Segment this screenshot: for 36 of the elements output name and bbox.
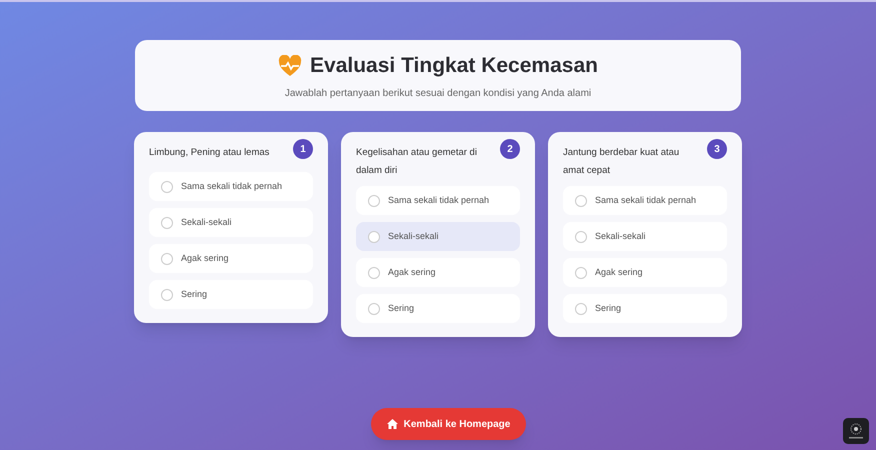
radio-button[interactable] [368,302,380,314]
radio-button[interactable] [368,194,380,206]
radio-button[interactable] [575,194,587,206]
question-number-badge: 2 [500,139,520,159]
home-icon [386,419,398,429]
answer-option[interactable]: Sama sekali tidak pernah [356,186,520,215]
radio-button[interactable] [575,302,587,314]
answer-option[interactable]: Sama sekali tidak pernah [149,172,313,201]
radio-button[interactable] [575,230,587,242]
answer-option[interactable]: Agak sering [563,258,727,287]
page-title: Evaluasi Tingkat Kecemasan [310,53,598,80]
question-number-badge: 3 [707,139,727,159]
home-button[interactable]: Kembali ke Homepage [371,408,526,440]
answer-option[interactable]: Agak sering [149,244,313,273]
answer-option[interactable]: Agak sering [356,258,520,287]
answer-option[interactable]: Sering [563,294,727,323]
radio-button[interactable] [161,288,173,300]
question-text: Kegelisahan atau gemetar di dalam diri [356,146,478,178]
heart-pulse-icon [278,55,302,77]
question-text: Limbung, Pening atau lemas [149,146,270,160]
radio-button[interactable] [161,252,173,264]
radio-button[interactable] [368,266,380,278]
answer-option[interactable]: Sekali-sekali [356,222,520,251]
answer-option[interactable]: Sama sekali tidak pernah [563,186,727,215]
app-logo-icon [843,418,869,444]
question-number-badge: 1 [293,139,313,159]
radio-button[interactable] [161,216,173,228]
radio-button[interactable] [575,266,587,278]
answer-option[interactable]: Sering [149,280,313,309]
answer-option[interactable]: Sekali-sekali [563,222,727,251]
radio-button[interactable] [368,230,380,242]
answer-option[interactable]: Sering [356,294,520,323]
question-text: Jantung berdebar kuat atau amat cepat [563,146,680,178]
answer-option[interactable]: Sekali-sekali [149,208,313,237]
radio-button[interactable] [161,180,173,192]
page-subtitle: Jawablah pertanyaan berikut sesuai dengan kondisi yang Anda alami [284,86,592,101]
